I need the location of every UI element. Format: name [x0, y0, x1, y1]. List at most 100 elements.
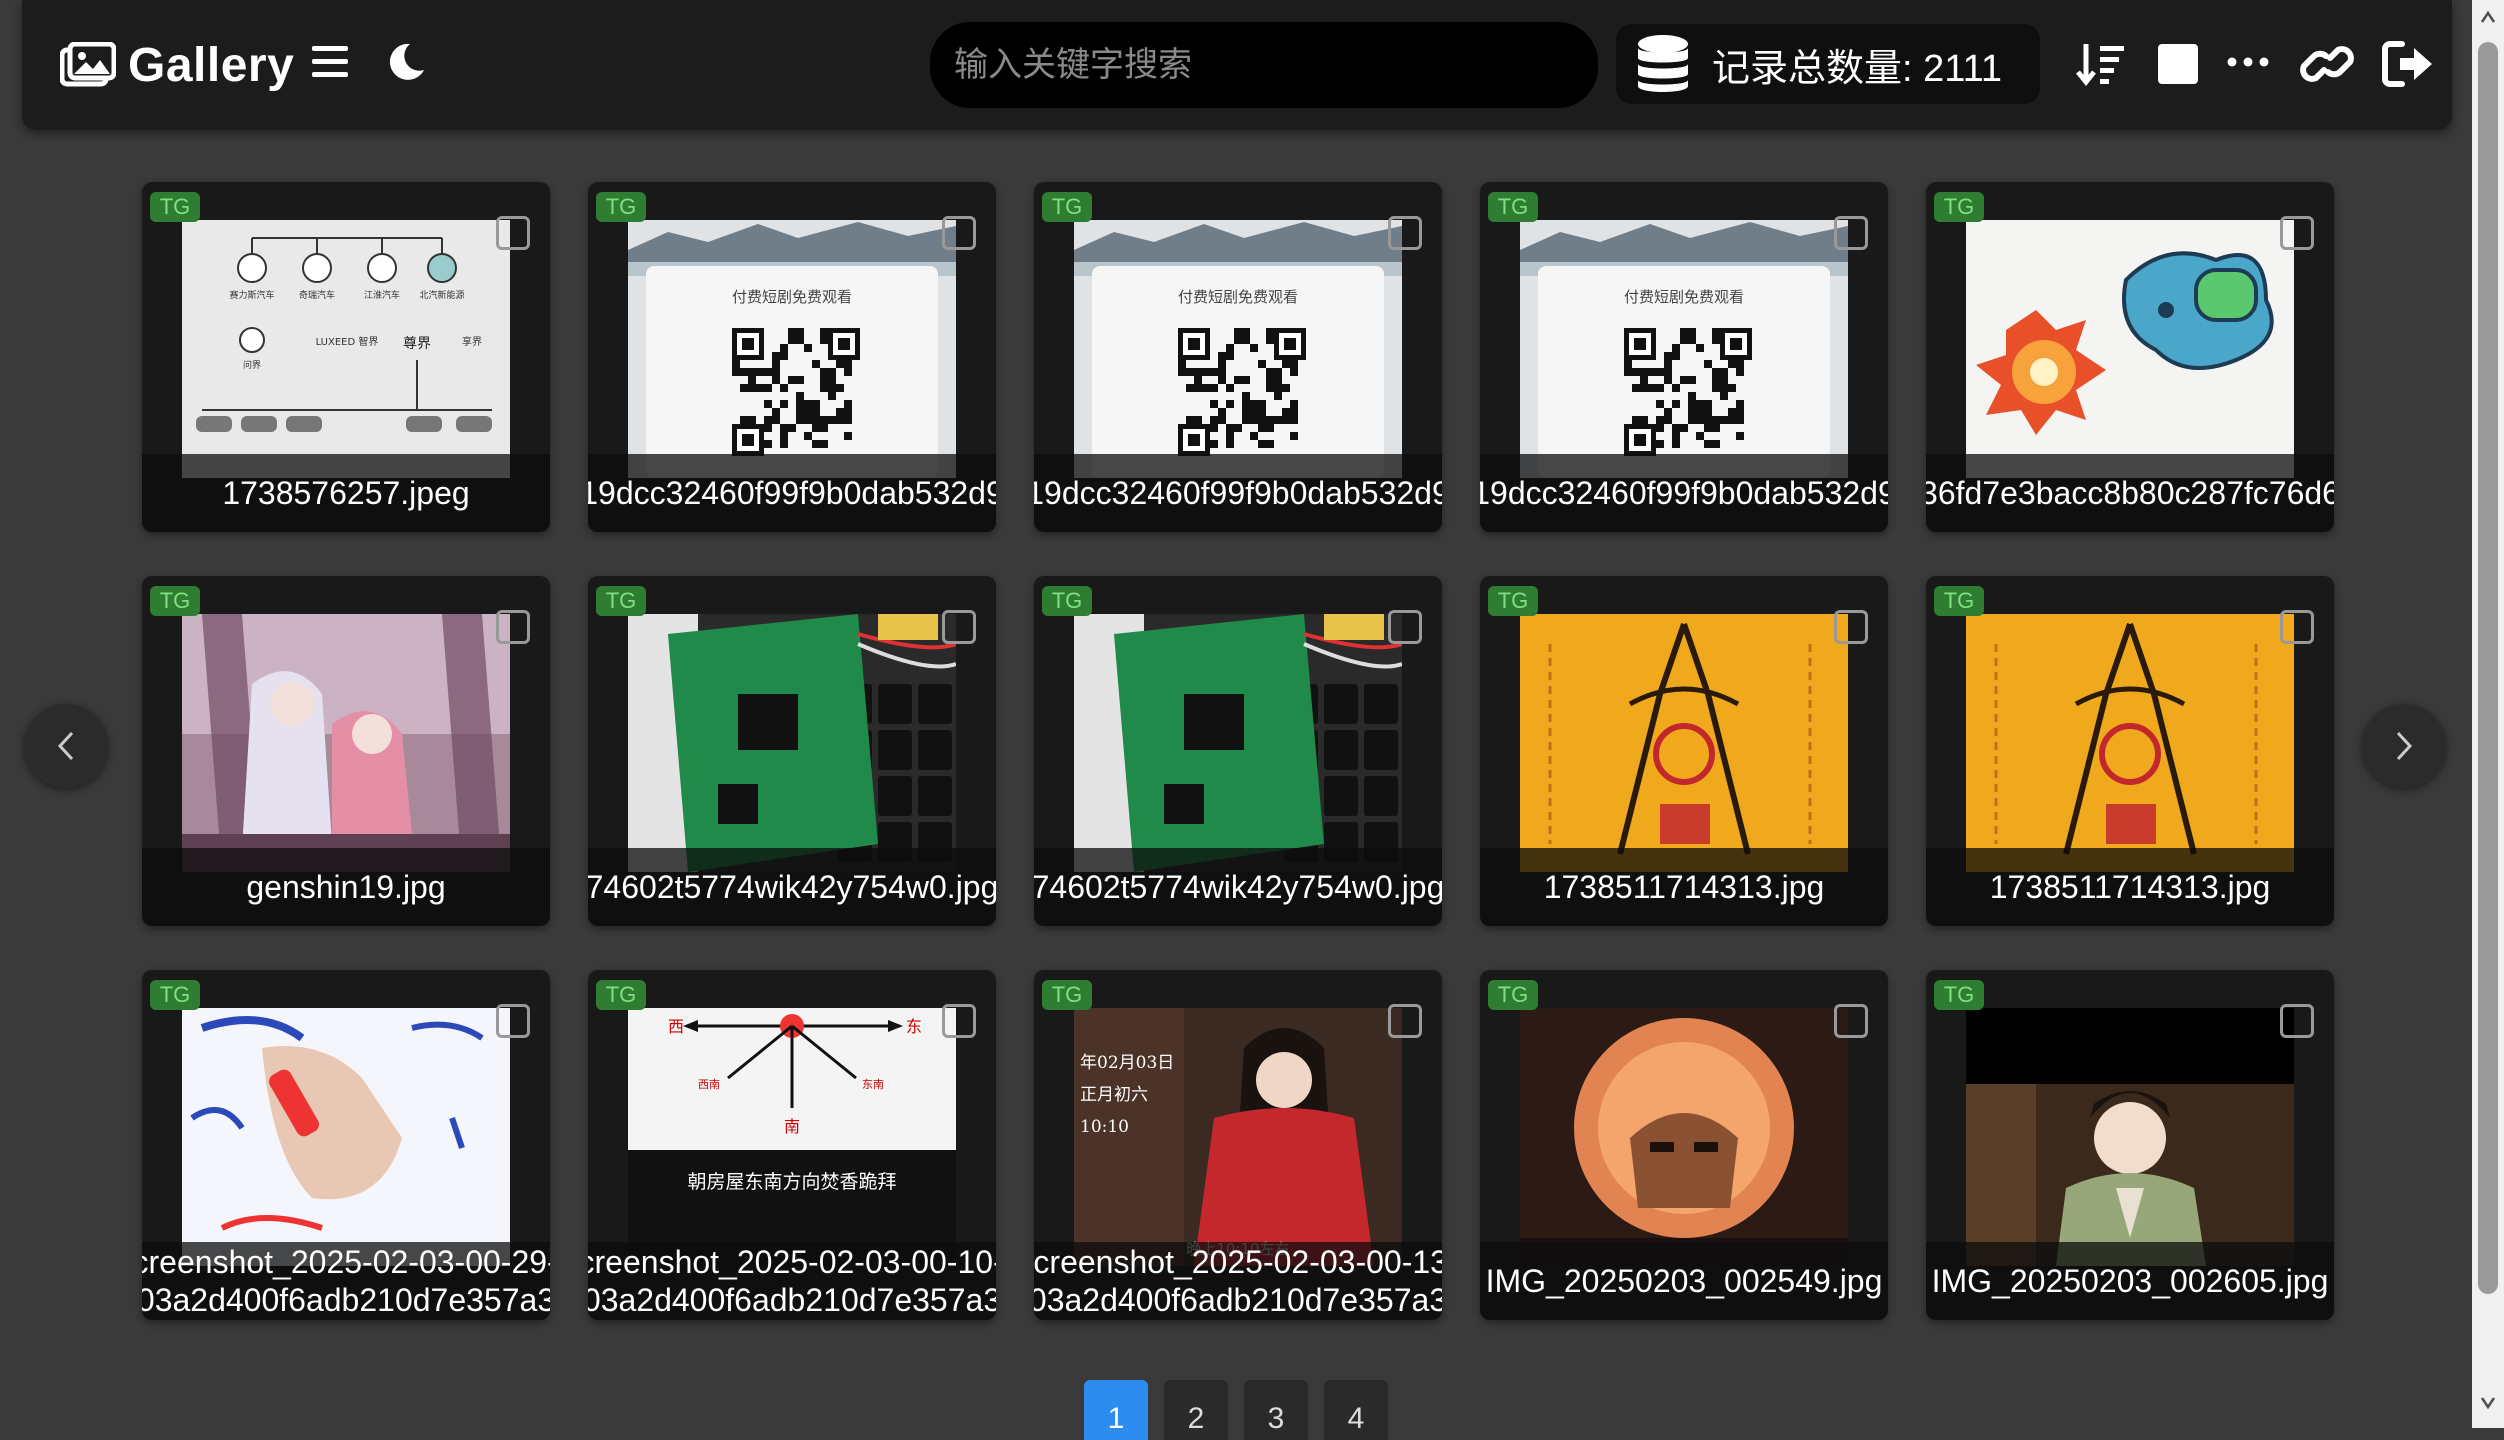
image-thumbnail[interactable]: [1520, 1008, 1848, 1266]
thumbnail-image: 付费短剧免费观看: [628, 220, 956, 478]
select-checkbox[interactable]: [1834, 216, 1868, 250]
image-thumbnail[interactable]: [182, 1008, 510, 1266]
image-card[interactable]: 西 东西南 东南南朝房屋东南方向焚香跪拜 TG screenshot_2025-02-0…: [588, 970, 996, 1320]
image-card[interactable]: TG screenshot_2025-02-03-00-29-003a2d400f…: [142, 970, 550, 1320]
file-name-line: 1738576257.jpeg: [222, 475, 470, 511]
select-checkbox[interactable]: [1388, 1004, 1422, 1038]
select-checkbox[interactable]: [1388, 216, 1422, 250]
thumbnail-image: [1966, 220, 2294, 478]
page-button-2[interactable]: 2: [1164, 1380, 1228, 1440]
telegram-source-badge: TG: [1488, 192, 1538, 222]
thumbnail-image: 付费短剧免费观看: [1520, 220, 1848, 478]
app-title: Gallery: [128, 38, 295, 92]
logout-exit-icon[interactable]: [2382, 40, 2436, 88]
select-checkbox[interactable]: [2280, 216, 2314, 250]
image-card[interactable]: TG 74602t5774wik42y754w0.jpg: [588, 576, 996, 926]
svg-text:东南: 东南: [862, 1078, 884, 1091]
image-card[interactable]: 赛力斯汽车 奇瑞汽车 江淮汽车 北汽新能源 问界 LUXEED 智界 尊界 享界 TG 17385…: [142, 182, 550, 532]
image-card[interactable]: 年02月03日正月初六10:10晚上10:10左右TGscreenshot_20…: [1034, 970, 1442, 1320]
select-checkbox[interactable]: [2280, 610, 2314, 644]
page-button-4[interactable]: 4: [1324, 1380, 1388, 1440]
file-name-line: genshin19.jpg: [246, 869, 446, 905]
image-thumbnail[interactable]: [1074, 614, 1402, 872]
image-card[interactable]: 付费短剧免费观看 TG 19dcc32460f99f9b0dab532d9: [588, 182, 996, 532]
select-checkbox[interactable]: [2280, 1004, 2314, 1038]
telegram-source-badge: TG: [1042, 586, 1092, 616]
next-page-button[interactable]: [2362, 704, 2446, 788]
select-checkbox[interactable]: [1388, 610, 1422, 644]
file-name-caption: 36fd7e3bacc8b80c287fc76d6: [1926, 454, 2334, 532]
telegram-source-badge: TG: [1488, 980, 1538, 1010]
select-checkbox[interactable]: [1834, 1004, 1868, 1038]
image-card[interactable]: 付费短剧免费观看 TG 19dcc32460f99f9b0dab532d9: [1034, 182, 1442, 532]
previous-page-button[interactable]: [24, 704, 108, 788]
search-input[interactable]: [930, 22, 1598, 108]
file-name-line: 03a2d400f6adb210d7e357a3: [142, 1282, 550, 1318]
file-name-caption: 19dcc32460f99f9b0dab532d9: [1480, 454, 1888, 532]
telegram-source-badge: TG: [1042, 192, 1092, 222]
file-name-line: 74602t5774wik42y754w0.jpg: [1034, 869, 1442, 905]
select-checkbox[interactable]: [942, 216, 976, 250]
scrollbar-thumb[interactable]: [2478, 42, 2498, 1294]
select-all-square-icon[interactable]: [2156, 42, 2200, 86]
image-card[interactable]: TG 74602t5774wik42y754w0.jpg: [1034, 576, 1442, 926]
image-thumbnail[interactable]: 年02月03日正月初六10:10晚上10:10左右: [1074, 1008, 1402, 1266]
image-thumbnail[interactable]: [1966, 614, 2294, 872]
image-thumbnail[interactable]: [182, 614, 510, 872]
image-thumbnail[interactable]: 西 东西南 东南南朝房屋东南方向焚香跪拜: [628, 1008, 956, 1266]
telegram-source-badge: TG: [150, 980, 200, 1010]
thumbnail-image: [1074, 614, 1402, 872]
thumbnail-image: [1966, 1008, 2294, 1266]
link-chain-icon[interactable]: [2298, 40, 2356, 88]
file-name-caption: screenshot_2025-02-03-00-13- 03a2d400f6ad…: [1034, 1242, 1442, 1320]
svg-text:10:10: 10:10: [1080, 1117, 1129, 1137]
image-thumbnail[interactable]: [628, 614, 956, 872]
select-checkbox[interactable]: [942, 1004, 976, 1038]
svg-text:奇瑞汽车: 奇瑞汽车: [299, 289, 335, 301]
image-thumbnail[interactable]: [1966, 1008, 2294, 1266]
thumbnail-image: [182, 614, 510, 872]
file-name-line: screenshot_2025-02-03-00-13-: [1034, 1244, 1442, 1280]
image-card[interactable]: TG 1738511714313.jpg: [1480, 576, 1888, 926]
sort-descending-icon[interactable]: [2076, 40, 2126, 88]
more-options-dots-icon[interactable]: [2226, 40, 2270, 84]
file-name-caption: 74602t5774wik42y754w0.jpg: [588, 848, 996, 926]
svg-text:赛力斯汽车: 赛力斯汽车: [229, 289, 274, 301]
image-thumbnail[interactable]: 付费短剧免费观看: [1520, 220, 1848, 478]
image-card[interactable]: TG IMG_20250203_002605.jpg: [1926, 970, 2334, 1320]
select-checkbox[interactable]: [496, 1004, 530, 1038]
image-thumbnail[interactable]: [1520, 614, 1848, 872]
svg-text:西: 西: [668, 1017, 684, 1036]
scroll-down-arrow-icon[interactable]: [2480, 1396, 2496, 1410]
page-button-3[interactable]: 3: [1244, 1380, 1308, 1440]
file-name-caption: genshin19.jpg: [142, 848, 550, 926]
scroll-up-arrow-icon[interactable]: [2480, 10, 2496, 24]
thumbnail-image: [1520, 1008, 1848, 1266]
image-thumbnail[interactable]: [1966, 220, 2294, 478]
thumbnail-image: [1966, 614, 2294, 872]
svg-text:朝房屋东南方向焚香跪拜: 朝房屋东南方向焚香跪拜: [687, 1171, 896, 1193]
telegram-source-badge: TG: [596, 980, 646, 1010]
svg-text:西南: 西南: [698, 1078, 720, 1091]
select-checkbox[interactable]: [496, 216, 530, 250]
image-card[interactable]: TG 36fd7e3bacc8b80c287fc76d6: [1926, 182, 2334, 532]
record-count-box: 记录总数量: 2111: [1616, 24, 2040, 104]
brand[interactable]: Gallery: [60, 34, 294, 96]
image-card[interactable]: TG IMG_20250203_002549.jpg: [1480, 970, 1888, 1320]
svg-text:问界: 问界: [243, 359, 261, 371]
image-card[interactable]: TG genshin19.jpg: [142, 576, 550, 926]
thumbnail-image: 年02月03日正月初六10:10晚上10:10左右: [1074, 1008, 1402, 1266]
image-thumbnail[interactable]: 付费短剧免费观看: [1074, 220, 1402, 478]
select-checkbox[interactable]: [942, 610, 976, 644]
file-name-line: 36fd7e3bacc8b80c287fc76d6: [1926, 475, 2334, 511]
menu-hamburger-icon[interactable]: [310, 44, 350, 80]
dark-mode-moon-icon[interactable]: [384, 40, 428, 84]
image-card[interactable]: 付费短剧免费观看 TG 19dcc32460f99f9b0dab532d9: [1480, 182, 1888, 532]
svg-text:东: 东: [906, 1017, 922, 1036]
image-thumbnail[interactable]: 付费短剧免费观看: [628, 220, 956, 478]
select-checkbox[interactable]: [496, 610, 530, 644]
image-thumbnail[interactable]: 赛力斯汽车 奇瑞汽车 江淮汽车 北汽新能源 问界 LUXEED 智界 尊界 享界: [182, 220, 510, 478]
select-checkbox[interactable]: [1834, 610, 1868, 644]
page-button-1[interactable]: 1: [1084, 1380, 1148, 1440]
image-card[interactable]: TG 1738511714313.jpg: [1926, 576, 2334, 926]
